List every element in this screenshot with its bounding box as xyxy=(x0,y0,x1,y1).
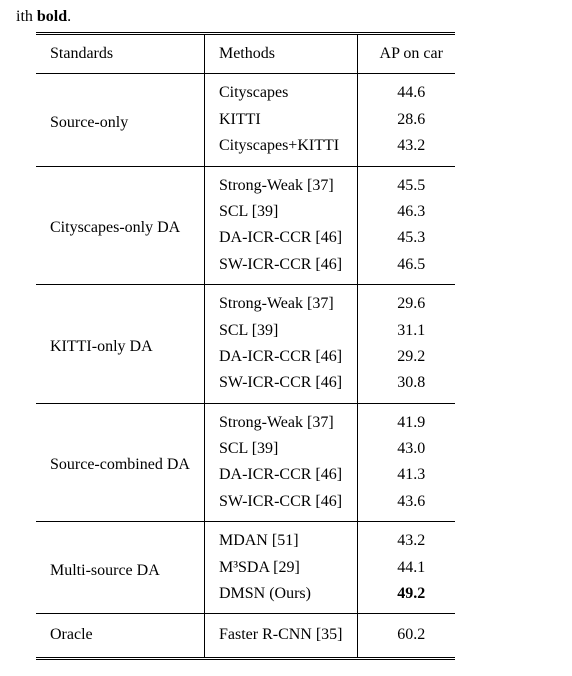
ap-cell: 43.6 xyxy=(357,489,455,522)
ap-cell: 29.2 xyxy=(357,344,455,370)
standards-cell: Multi-source DA xyxy=(36,522,204,614)
ap-cell: 60.2 xyxy=(357,614,455,658)
method-cell: DA-ICR-CCR [46] xyxy=(204,344,357,370)
method-cell: SCL [39] xyxy=(204,436,357,462)
method-cell: DA-ICR-CCR [46] xyxy=(204,462,357,488)
table-body: Source-onlyCityscapes44.6KITTI28.6Citysc… xyxy=(36,74,455,658)
ap-cell: 41.9 xyxy=(357,403,455,436)
ap-cell: 44.6 xyxy=(357,74,455,107)
col-standards: Standards xyxy=(36,34,204,74)
table-row: KITTI-only DAStrong-Weak [37]29.6 xyxy=(36,285,455,318)
ap-cell: 45.3 xyxy=(357,225,455,251)
method-cell: Strong-Weak [37] xyxy=(204,403,357,436)
method-cell: M³SDA [29] xyxy=(204,555,357,581)
ap-cell: 46.3 xyxy=(357,199,455,225)
table-row: Source-onlyCityscapes44.6 xyxy=(36,74,455,107)
col-ap: AP on car xyxy=(357,34,455,74)
standards-cell: KITTI-only DA xyxy=(36,285,204,404)
ap-cell: 45.5 xyxy=(357,166,455,199)
ap-cell: 31.1 xyxy=(357,318,455,344)
ap-cell: 29.6 xyxy=(357,285,455,318)
ap-cell: 28.6 xyxy=(357,107,455,133)
method-cell: DA-ICR-CCR [46] xyxy=(204,225,357,251)
table-row: OracleFaster R-CNN [35]60.2 xyxy=(36,614,455,658)
method-cell: SCL [39] xyxy=(204,199,357,225)
table-row: Multi-source DAMDAN [51]43.2 xyxy=(36,522,455,555)
method-cell: Faster R-CNN [35] xyxy=(204,614,357,658)
method-cell: SW-ICR-CCR [46] xyxy=(204,252,357,285)
caption-fragment: ith bold. xyxy=(16,8,556,26)
method-cell: DMSN (Ours) xyxy=(204,581,357,614)
method-cell: Strong-Weak [37] xyxy=(204,166,357,199)
ap-cell: 49.2 xyxy=(357,581,455,614)
method-cell: KITTI xyxy=(204,107,357,133)
table-row: Source-combined DAStrong-Weak [37]41.9 xyxy=(36,403,455,436)
method-cell: SW-ICR-CCR [46] xyxy=(204,370,357,403)
results-table-wrap: Standards Methods AP on car Source-onlyC… xyxy=(36,32,556,660)
ap-value-bold: 49.2 xyxy=(397,585,425,602)
standards-cell: Source-combined DA xyxy=(36,403,204,522)
method-cell: MDAN [51] xyxy=(204,522,357,555)
ap-cell: 41.3 xyxy=(357,462,455,488)
caption-prefix: ith xyxy=(16,8,37,25)
results-table: Standards Methods AP on car Source-onlyC… xyxy=(36,32,455,660)
table-header-row: Standards Methods AP on car xyxy=(36,34,455,74)
standards-cell: Oracle xyxy=(36,614,204,658)
method-cell: Cityscapes xyxy=(204,74,357,107)
method-cell: SCL [39] xyxy=(204,318,357,344)
caption-suffix: . xyxy=(67,8,71,25)
standards-cell: Cityscapes-only DA xyxy=(36,166,204,285)
ap-cell: 46.5 xyxy=(357,252,455,285)
col-methods: Methods xyxy=(204,34,357,74)
caption-bold: bold xyxy=(37,8,67,25)
standards-cell: Source-only xyxy=(36,74,204,166)
ap-cell: 30.8 xyxy=(357,370,455,403)
table-row: Cityscapes-only DAStrong-Weak [37]45.5 xyxy=(36,166,455,199)
ap-cell: 43.0 xyxy=(357,436,455,462)
ap-cell: 44.1 xyxy=(357,555,455,581)
method-cell: SW-ICR-CCR [46] xyxy=(204,489,357,522)
ap-cell: 43.2 xyxy=(357,133,455,166)
method-cell: Strong-Weak [37] xyxy=(204,285,357,318)
ap-cell: 43.2 xyxy=(357,522,455,555)
method-cell: Cityscapes+KITTI xyxy=(204,133,357,166)
